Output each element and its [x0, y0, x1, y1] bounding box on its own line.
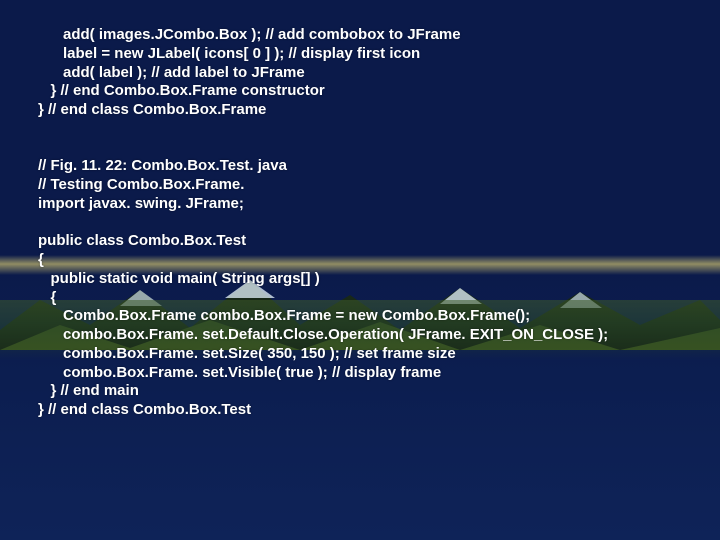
code-line: { [38, 251, 44, 268]
code-line: public static void main( String args[] ) [38, 270, 320, 287]
slide: add( images.JCombo.Box ); // add combobo… [0, 0, 720, 540]
code-line: Combo.Box.Frame combo.Box.Frame = new Co… [38, 307, 530, 324]
code-line: } // end class Combo.Box.Test [38, 401, 251, 418]
code-line: combo.Box.Frame. set.Visible( true ); //… [38, 364, 441, 381]
code-line: import javax. swing. JFrame; [38, 195, 244, 212]
code-line: // Fig. 11. 22: Combo.Box.Test. java [38, 157, 287, 174]
code-block: add( images.JCombo.Box ); // add combobo… [38, 26, 700, 420]
code-line: // Testing Combo.Box.Frame. [38, 176, 244, 193]
code-line: public class Combo.Box.Test [38, 232, 246, 249]
code-line: } // end main [38, 382, 139, 399]
code-line: } // end class Combo.Box.Frame [38, 101, 266, 118]
code-line: add( images.JCombo.Box ); // add combobo… [38, 26, 461, 43]
code-line: add( label ); // add label to JFrame [38, 64, 305, 81]
code-line: { [38, 289, 56, 306]
code-line: } // end Combo.Box.Frame constructor [38, 82, 325, 99]
code-line: label = new JLabel( icons[ 0 ] ); // dis… [38, 45, 420, 62]
code-line: combo.Box.Frame. set.Size( 350, 150 ); /… [38, 345, 456, 362]
code-line: combo.Box.Frame. set.Default.Close.Opera… [38, 326, 608, 343]
